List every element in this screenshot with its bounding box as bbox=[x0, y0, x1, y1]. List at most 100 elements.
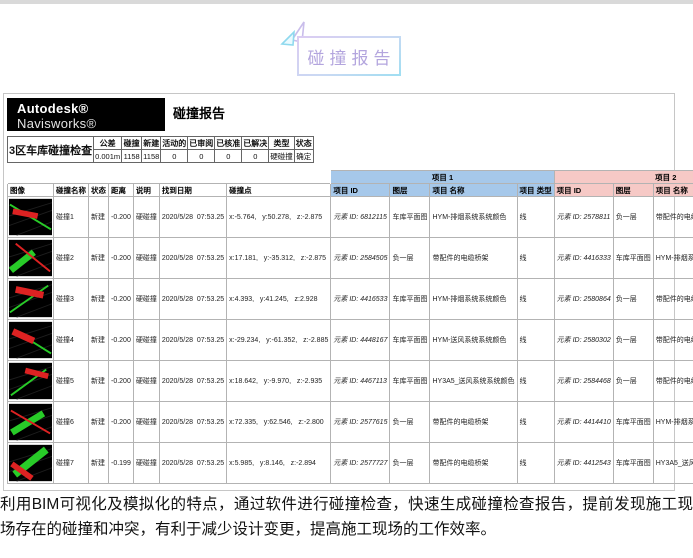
clash-thumbnail-cell bbox=[8, 361, 54, 402]
decorative-title-box: 碰撞报告 bbox=[297, 36, 401, 76]
status-cell: 新建 bbox=[89, 443, 109, 484]
item1-id-cell: 元素 ID: 4467113 bbox=[331, 361, 390, 402]
table-row: 碰撞1新建-0.200硬碰撞2020/5/28 07:53.25x:-5.764… bbox=[8, 197, 693, 238]
summary-header: 新建 bbox=[142, 137, 161, 150]
item1-name-cell: HY3A5_送风系统系统颜色 bbox=[430, 361, 517, 402]
summary-value: 确定 bbox=[294, 150, 313, 163]
summary-header: 已核准 bbox=[215, 137, 242, 150]
column-header: 距离 bbox=[109, 184, 134, 197]
item2-id-cell: 元素 ID: 2580864 bbox=[554, 279, 613, 320]
item1-name-cell: 带配件的电缆桥架 bbox=[430, 238, 517, 279]
column-header: 项目 ID bbox=[331, 184, 390, 197]
status-cell: 新建 bbox=[89, 279, 109, 320]
item1-type-cell: 线 bbox=[517, 238, 554, 279]
description-cell: 硬碰撞 bbox=[133, 361, 159, 402]
description-cell: 硬碰撞 bbox=[133, 320, 159, 361]
date-found-cell: 2020/5/28 07:53.25 bbox=[159, 238, 226, 279]
description-cell: 硬碰撞 bbox=[133, 402, 159, 443]
clash-name-cell: 碰撞1 bbox=[54, 197, 89, 238]
item2-id-cell: 元素 ID: 2580302 bbox=[554, 320, 613, 361]
item2-id-cell: 元素 ID: 4414410 bbox=[554, 402, 613, 443]
item2-name-cell: 带配件的电缆桥架 bbox=[653, 361, 693, 402]
description-cell: 硬碰撞 bbox=[133, 443, 159, 484]
article-paragraph: 利用BIM可视化及模拟化的特点，通过软件进行碰撞检查，快速生成碰撞检查报告，提前… bbox=[0, 492, 693, 542]
clash-point-cell: x:-5.764, y:50.278, z:-2.875 bbox=[227, 197, 331, 238]
clash-snapshot-image bbox=[9, 239, 52, 277]
clash-name-cell: 碰撞5 bbox=[54, 361, 89, 402]
item1-layer-cell: 车库平面图 bbox=[390, 197, 430, 238]
description-cell: 硬碰撞 bbox=[133, 197, 159, 238]
item1-name-cell: 带配件的电缆桥架 bbox=[430, 402, 517, 443]
summary-value: 0 bbox=[215, 150, 242, 163]
table-row: 碰撞4新建-0.200硬碰撞2020/5/28 07:53.25x:-29.23… bbox=[8, 320, 693, 361]
clash-snapshot-image bbox=[9, 362, 52, 400]
summary-value: 0 bbox=[242, 150, 269, 163]
distance-cell: -0.200 bbox=[109, 238, 134, 279]
logo-navisworks-text: Navisworks® bbox=[17, 116, 155, 131]
summary-header: 已解决 bbox=[242, 137, 269, 150]
distance-cell: -0.200 bbox=[109, 320, 134, 361]
status-cell: 新建 bbox=[89, 320, 109, 361]
clash-name-cell: 碰撞4 bbox=[54, 320, 89, 361]
item2-layer-cell: 车库平面图 bbox=[613, 402, 653, 443]
description-cell: 硬碰撞 bbox=[133, 279, 159, 320]
status-cell: 新建 bbox=[89, 361, 109, 402]
column-header: 状态 bbox=[89, 184, 109, 197]
distance-cell: -0.200 bbox=[109, 279, 134, 320]
item1-type-cell: 线 bbox=[517, 279, 554, 320]
column-header: 图像 bbox=[8, 184, 54, 197]
clash-thumbnail-cell bbox=[8, 238, 54, 279]
item1-id-cell: 元素 ID: 6812115 bbox=[331, 197, 390, 238]
item1-name-cell: 带配件的电缆桥架 bbox=[430, 443, 517, 484]
clash-name-cell: 碰撞7 bbox=[54, 443, 89, 484]
summary-value: 1158 bbox=[122, 150, 142, 163]
column-header: 碰撞名称 bbox=[54, 184, 89, 197]
item1-name-cell: HYM-排烟系统系统颜色 bbox=[430, 279, 517, 320]
item2-name-cell: 带配件的电缆桥架 bbox=[653, 279, 693, 320]
clash-name-cell: 碰撞3 bbox=[54, 279, 89, 320]
item2-layer-cell: 车库平面图 bbox=[613, 238, 653, 279]
distance-cell: -0.200 bbox=[109, 197, 134, 238]
clash-snapshot-image bbox=[9, 198, 52, 236]
clash-point-cell: x:17.181, y:-35.312, z:-2.875 bbox=[227, 238, 331, 279]
clash-name-cell: 碰撞6 bbox=[54, 402, 89, 443]
summary-header: 碰撞 bbox=[122, 137, 142, 150]
item1-layer-cell: 车库平面图 bbox=[390, 320, 430, 361]
column-header: 项目 类型 bbox=[517, 184, 554, 197]
logo-autodesk-text: Autodesk® bbox=[17, 101, 155, 116]
date-found-cell: 2020/5/28 07:53.25 bbox=[159, 402, 226, 443]
clash-snapshot-image bbox=[9, 280, 52, 318]
clash-snapshot-image bbox=[9, 321, 52, 359]
item2-name-cell: 带配件的电缆桥架 bbox=[653, 320, 693, 361]
clash-thumbnail-cell bbox=[8, 320, 54, 361]
summary-value: 0.001m bbox=[94, 150, 122, 163]
clash-summary-table: 3区车库碰撞检查公差碰撞新建活动的已审阅已核准已解决类型状态0.001m1158… bbox=[7, 136, 314, 163]
clash-test-name: 3区车库碰撞检查 bbox=[8, 137, 94, 163]
date-found-cell: 2020/5/28 07:53.25 bbox=[159, 197, 226, 238]
summary-header: 公差 bbox=[94, 137, 122, 150]
item2-name-cell: HY3A5_送风系统系统颜色 bbox=[653, 443, 693, 484]
item1-name-cell: HYM-送风系统系统颜色 bbox=[430, 320, 517, 361]
column-header: 图层 bbox=[390, 184, 430, 197]
status-cell: 新建 bbox=[89, 402, 109, 443]
item2-id-cell: 元素 ID: 2584468 bbox=[554, 361, 613, 402]
clash-point-cell: x:4.393, y:41.245, z:2.928 bbox=[227, 279, 331, 320]
clash-thumbnail-cell bbox=[8, 197, 54, 238]
summary-value: 0 bbox=[161, 150, 188, 163]
item1-layer-cell: 负一层 bbox=[390, 238, 430, 279]
clash-report-panel: Autodesk® Navisworks® 碰撞报告 3区车库碰撞检查公差碰撞新… bbox=[3, 93, 675, 491]
item1-type-cell: 线 bbox=[517, 443, 554, 484]
decorative-title-text: 碰撞报告 bbox=[303, 44, 396, 69]
item1-id-cell: 元素 ID: 2577615 bbox=[331, 402, 390, 443]
summary-header: 已审阅 bbox=[188, 137, 215, 150]
item1-type-cell: 线 bbox=[517, 361, 554, 402]
status-cell: 新建 bbox=[89, 197, 109, 238]
page-top-divider bbox=[0, 0, 693, 4]
clash-name-cell: 碰撞2 bbox=[54, 238, 89, 279]
summary-value: 1158 bbox=[142, 150, 161, 163]
table-row: 碰撞6新建-0.200硬碰撞2020/5/28 07:53.25x:72.335… bbox=[8, 402, 693, 443]
item1-type-cell: 线 bbox=[517, 320, 554, 361]
clash-thumbnail-cell bbox=[8, 279, 54, 320]
column-header: 项目 名称 bbox=[430, 184, 517, 197]
clash-table-body: 碰撞1新建-0.200硬碰撞2020/5/28 07:53.25x:-5.764… bbox=[8, 197, 693, 484]
